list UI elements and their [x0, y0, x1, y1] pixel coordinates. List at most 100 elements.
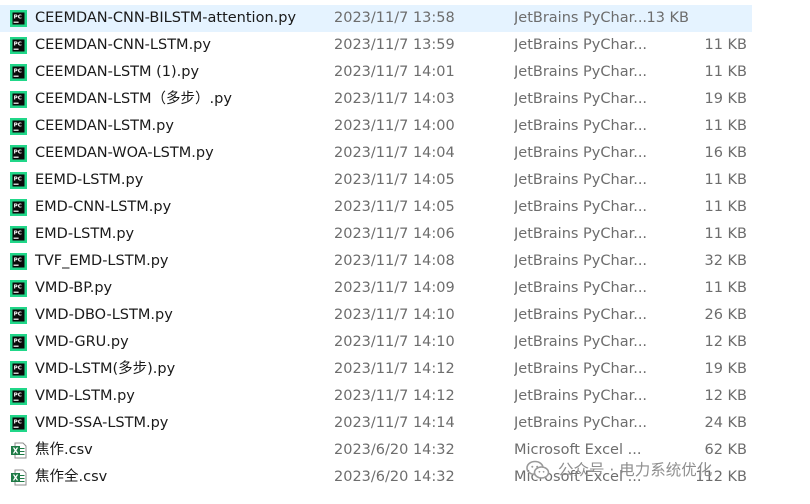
pycharm-icon: PC [10, 145, 27, 162]
file-size: 32 KB [704, 253, 747, 269]
pycharm-icon: PC [10, 307, 27, 324]
svg-text:PC: PC [14, 420, 22, 426]
file-date-modified: 2023/11/7 14:05 [334, 199, 455, 215]
file-name: 焦作全.csv [35, 469, 108, 485]
file-date-modified: 2023/11/7 14:09 [334, 280, 455, 296]
file-row[interactable]: PC VMD-LSTM(多步).py 2023/11/7 14:12 JetBrain… [0, 356, 810, 383]
file-date-modified: 2023/11/7 14:01 [334, 64, 455, 80]
file-row[interactable]: PC CEEMDAN-LSTM.py 2023/11/7 14:00 JetBrain… [0, 113, 810, 140]
file-name: EMD-CNN-LSTM.py [35, 199, 172, 215]
svg-text:PC: PC [14, 285, 22, 291]
svg-text:PC: PC [14, 96, 22, 102]
pycharm-icon: PC [10, 64, 27, 81]
file-date-modified: 2023/6/20 14:32 [334, 442, 455, 458]
file-name: CEEMDAN-LSTM（多步）.py [35, 91, 232, 107]
file-size: 16 KB [704, 145, 747, 161]
file-type: JetBrains PyChar... [514, 334, 646, 350]
file-date-modified: 2023/11/7 14:10 [334, 334, 455, 350]
file-name: VMD-LSTM.py [35, 388, 135, 404]
file-row[interactable]: PC CEEMDAN-CNN-BILSTM-attention.py 2023/11… [0, 5, 752, 32]
file-row[interactable]: PC VMD-LSTM.py 2023/11/7 14:12 JetBrains Py… [0, 383, 810, 410]
file-name: VMD-DBO-LSTM.py [35, 307, 173, 323]
file-size: 19 KB [704, 361, 747, 377]
file-row[interactable]: PC CEEMDAN-WOA-LSTM.py 2023/11/7 14:04 JetB… [0, 140, 810, 167]
file-size: 12 KB [704, 334, 747, 350]
file-type: JetBrains PyChar... [514, 199, 646, 215]
file-name: EEMD-LSTM.py [35, 172, 144, 188]
pycharm-icon: PC [10, 334, 27, 351]
svg-text:X: X [13, 473, 19, 482]
svg-text:PC: PC [14, 393, 22, 399]
svg-text:PC: PC [14, 177, 22, 183]
file-row[interactable]: PC EMD-LSTM.py 2023/11/7 14:06 JetBrains Py… [0, 221, 810, 248]
svg-text:PC: PC [14, 312, 22, 318]
file-date-modified: 2023/11/7 14:00 [334, 118, 455, 134]
pycharm-icon: PC [10, 10, 27, 27]
svg-text:PC: PC [14, 123, 22, 129]
file-name: VMD-SSA-LSTM.py [35, 415, 169, 431]
file-type: JetBrains PyChar... [514, 253, 646, 269]
file-size: 11 KB [704, 118, 747, 134]
file-type: JetBrains PyChar... [514, 145, 646, 161]
file-name: CEEMDAN-CNN-LSTM.py [35, 37, 211, 53]
pycharm-icon: PC [10, 361, 27, 378]
svg-text:PC: PC [14, 69, 22, 75]
file-row[interactable]: PC CEEMDAN-LSTM (1).py 2023/11/7 14:01 JetB… [0, 59, 810, 86]
file-type: JetBrains PyChar... [514, 415, 646, 431]
file-size: 26 KB [704, 307, 747, 323]
file-name: VMD-GRU.py [35, 334, 129, 350]
file-row[interactable]: PC CEEMDAN-LSTM（多步）.py 2023/11/7 14:03 JetB… [0, 86, 810, 113]
file-type: JetBrains PyChar... [514, 91, 646, 107]
file-date-modified: 2023/11/7 14:10 [334, 307, 455, 323]
file-row[interactable]: PC VMD-GRU.py 2023/11/7 14:10 JetBrains PyC… [0, 329, 810, 356]
svg-text:PC: PC [14, 204, 22, 210]
file-name: CEEMDAN-CNN-BILSTM-attention.py [35, 10, 297, 26]
file-type: JetBrains PyChar... [514, 226, 646, 242]
file-date-modified: 2023/11/7 14:03 [334, 91, 455, 107]
file-name: TVF_EMD-LSTM.py [35, 253, 169, 269]
svg-text:PC: PC [14, 231, 22, 237]
svg-text:PC: PC [14, 339, 22, 345]
pycharm-icon: PC [10, 388, 27, 405]
file-name: CEEMDAN-LSTM (1).py [35, 64, 200, 80]
file-row[interactable]: PC VMD-BP.py 2023/11/7 14:09 JetBrains PyCh… [0, 275, 810, 302]
file-row[interactable]: PC TVF_EMD-LSTM.py 2023/11/7 14:08 JetBrain… [0, 248, 810, 275]
file-type: JetBrains PyChar... [514, 118, 646, 134]
file-name: EMD-LSTM.py [35, 226, 135, 242]
file-date-modified: 2023/11/7 14:12 [334, 361, 455, 377]
wechat-icon [526, 460, 550, 479]
file-type: JetBrains PyChar... [514, 64, 646, 80]
file-size: 11 KB [704, 199, 747, 215]
file-date-modified: 2023/11/7 13:58 [334, 10, 455, 26]
file-row[interactable]: PC CEEMDAN-CNN-LSTM.py 2023/11/7 13:59 JetB… [0, 32, 810, 59]
pycharm-icon: PC [10, 415, 27, 432]
pycharm-icon: PC [10, 37, 27, 54]
file-name: CEEMDAN-LSTM.py [35, 118, 174, 134]
file-size: 13 KB [646, 10, 689, 26]
file-row[interactable]: PC EMD-CNN-LSTM.py 2023/11/7 14:05 JetBrain… [0, 194, 810, 221]
svg-text:PC: PC [14, 258, 22, 264]
file-row[interactable]: PC VMD-SSA-LSTM.py 2023/11/7 14:14 JetBrain… [0, 410, 810, 437]
file-size: 12 KB [704, 388, 747, 404]
file-type: JetBrains PyChar... [514, 37, 646, 53]
pycharm-icon: PC [10, 118, 27, 135]
pycharm-icon: PC [10, 172, 27, 189]
file-size: 11 KB [704, 280, 747, 296]
svg-text:PC: PC [14, 150, 22, 156]
file-name: 焦作.csv [35, 442, 93, 458]
pycharm-icon: PC [10, 253, 27, 270]
file-name: VMD-LSTM(多步).py [35, 361, 176, 377]
file-type: JetBrains PyChar... [514, 280, 646, 296]
file-type: JetBrains PyChar... [514, 10, 646, 26]
file-date-modified: 2023/11/7 14:04 [334, 145, 455, 161]
excel-csv-icon: X [11, 442, 27, 459]
file-row[interactable]: PC EEMD-LSTM.py 2023/11/7 14:05 JetBrains P… [0, 167, 810, 194]
file-size: 11 KB [704, 64, 747, 80]
file-date-modified: 2023/11/7 14:12 [334, 388, 455, 404]
file-size: 19 KB [704, 91, 747, 107]
file-row[interactable]: PC VMD-DBO-LSTM.py 2023/11/7 14:10 JetBrain… [0, 302, 810, 329]
file-date-modified: 2023/6/20 14:32 [334, 469, 455, 485]
svg-text:PC: PC [14, 15, 22, 21]
file-type: JetBrains PyChar... [514, 361, 646, 377]
file-size: 11 KB [704, 37, 747, 53]
